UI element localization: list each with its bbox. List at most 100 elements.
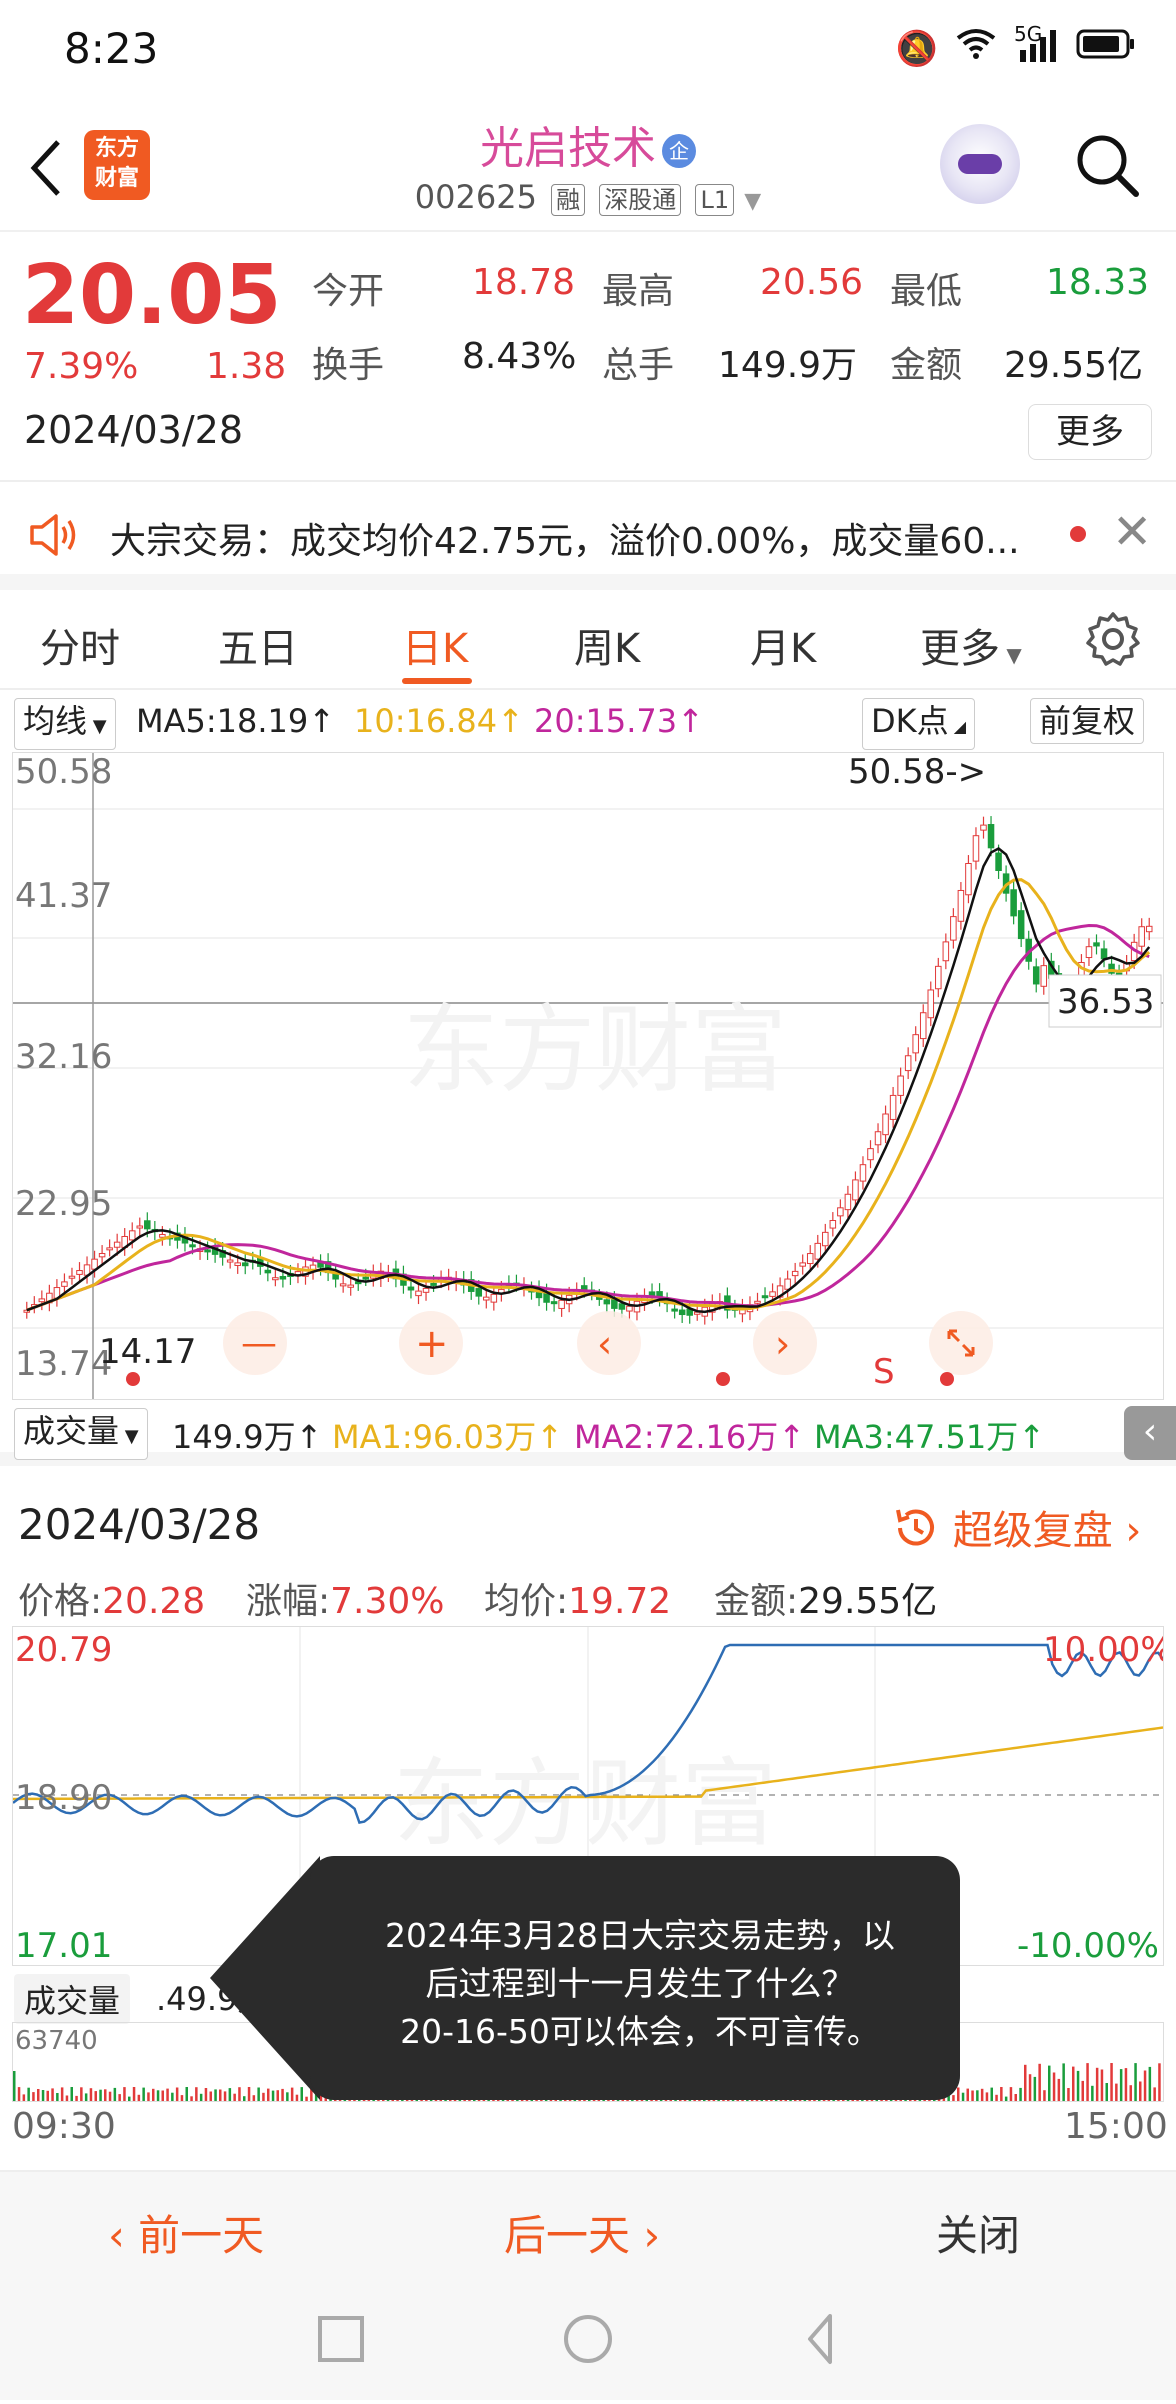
candle bbox=[829, 1220, 837, 1229]
indicator-selector[interactable]: 成交量 ▼ bbox=[14, 1408, 148, 1460]
fullscreen-icon[interactable] bbox=[929, 1311, 993, 1375]
candle bbox=[1040, 965, 1048, 987]
volume-now: 149.9万↑ bbox=[172, 1418, 323, 1456]
intraday-pct-bottom: -10.00% bbox=[1017, 1926, 1159, 1965]
prev-day-button[interactable]: ‹ 前一天 bbox=[108, 2202, 264, 2263]
super-replay-link[interactable]: 超级复盘 › bbox=[892, 1498, 1141, 1556]
intraday-y-bottom: 17.01 bbox=[15, 1926, 112, 1965]
more-button[interactable]: 更多 bbox=[1028, 404, 1152, 460]
candle bbox=[347, 1284, 354, 1288]
next-day-label: 后一天 bbox=[504, 2211, 631, 2260]
collapse-arrow-icon[interactable]: ‹ bbox=[1124, 1406, 1176, 1460]
replay-pct: 涨幅:7.30% bbox=[246, 1572, 445, 1624]
back-icon[interactable] bbox=[808, 2314, 832, 2364]
volume-bar bbox=[1129, 2085, 1132, 2101]
prev-day-label: 前一天 bbox=[138, 2211, 265, 2260]
vol-ma1: MA1:96.03万↑ bbox=[332, 1418, 564, 1456]
corner-arrow-icon: ◢ bbox=[948, 717, 967, 736]
candle bbox=[904, 1055, 912, 1072]
volume-bar bbox=[1033, 2076, 1037, 2101]
candle bbox=[1145, 925, 1153, 933]
history-icon bbox=[896, 1509, 934, 1546]
candle bbox=[189, 1244, 196, 1248]
assistant-robot-icon[interactable] bbox=[940, 124, 1020, 204]
y-label-2: 41.37 bbox=[15, 876, 112, 916]
current-price: 20.05 bbox=[22, 248, 282, 343]
volume-bar bbox=[175, 2087, 179, 2101]
indicator-label: 成交量 bbox=[23, 1412, 120, 1450]
tab-daily-k[interactable]: 日K bbox=[402, 616, 468, 674]
candle bbox=[128, 1230, 136, 1241]
event-dot[interactable] bbox=[940, 1372, 954, 1386]
y-label-3: 32.16 bbox=[15, 1037, 112, 1077]
sell-marker: S bbox=[873, 1352, 895, 1392]
tab-five-day[interactable]: 五日 bbox=[218, 616, 298, 674]
volume-bar bbox=[1143, 2070, 1147, 2101]
vol-ma2: MA2:72.16万↑ bbox=[574, 1418, 806, 1456]
event-dot[interactable] bbox=[126, 1372, 140, 1386]
volume-bar bbox=[971, 2090, 974, 2101]
watermark: 东方财富 bbox=[393, 1748, 777, 1860]
volume-bar bbox=[1139, 2081, 1142, 2101]
volume-max-label: 63740 bbox=[15, 2026, 98, 2056]
low-label: 最低 bbox=[890, 271, 963, 312]
ma5-value: MA5:18.19↑ bbox=[136, 702, 336, 740]
gear-icon[interactable] bbox=[1084, 610, 1142, 668]
volume-bar bbox=[1024, 2064, 1027, 2101]
candle bbox=[754, 1300, 761, 1304]
low-marker: 14.17 bbox=[99, 1332, 196, 1372]
y-label-top: 50.58 bbox=[15, 753, 112, 792]
adjust-button[interactable]: 前复权 bbox=[1030, 698, 1145, 744]
tab-weekly-k[interactable]: 周K bbox=[574, 616, 640, 674]
volume-bar bbox=[80, 2087, 83, 2101]
block-trade-notice[interactable]: 大宗交易：成交均价42.75元，溢价0.00%，成交量60... ✕ bbox=[0, 482, 1176, 590]
candle bbox=[68, 1275, 76, 1279]
candle bbox=[648, 1291, 656, 1296]
close-button[interactable]: 关闭 bbox=[936, 2202, 1020, 2263]
replay-price-label: 价格: bbox=[18, 1581, 103, 1622]
candle bbox=[279, 1275, 287, 1280]
intraday-y-top: 20.79 bbox=[15, 1630, 112, 1670]
volume-bar bbox=[70, 2087, 73, 2101]
candle bbox=[761, 1295, 769, 1299]
tab-monthly-k[interactable]: 月K bbox=[750, 616, 816, 674]
candle bbox=[550, 1301, 558, 1305]
candle bbox=[935, 965, 942, 990]
volume-bar bbox=[1134, 2063, 1137, 2101]
candle bbox=[1138, 926, 1145, 947]
volume-bar bbox=[156, 2090, 160, 2101]
ma-selector-label: 均线 bbox=[23, 702, 88, 740]
recent-apps-icon[interactable] bbox=[318, 2316, 364, 2362]
tab-intraday[interactable]: 分时 bbox=[40, 616, 120, 674]
candle bbox=[226, 1259, 234, 1263]
volume-bar bbox=[976, 2090, 979, 2101]
active-tab-indicator bbox=[402, 678, 472, 684]
event-dot[interactable] bbox=[716, 1372, 730, 1386]
amount-value: 29.55亿 bbox=[1004, 345, 1144, 386]
chart-controls: — + ‹ › S bbox=[126, 1311, 993, 1392]
next-day-button[interactable]: 后一天 › bbox=[504, 2202, 660, 2263]
candle bbox=[407, 1286, 415, 1291]
kline-chart[interactable]: 东方财富 50.58 41.37 32.16 22.95 13.74 50.58… bbox=[12, 752, 1164, 1400]
period-tabs: 分时 五日 日K 周K 月K 更多 ▼ bbox=[0, 590, 1176, 690]
volume-bar bbox=[1043, 2090, 1046, 2101]
search-icon[interactable] bbox=[1072, 130, 1142, 200]
candle bbox=[61, 1281, 68, 1287]
mute-icon: 🔕 bbox=[895, 28, 938, 69]
volume-bar bbox=[1086, 2063, 1089, 2101]
candle bbox=[671, 1308, 678, 1312]
candle bbox=[769, 1291, 776, 1297]
ma-selector[interactable]: 均线 ▼ bbox=[14, 698, 116, 750]
low-value: 18.33 bbox=[1046, 262, 1150, 303]
volume-bar bbox=[27, 2087, 30, 2101]
system-navigation bbox=[0, 2280, 1176, 2400]
ma-legend-bar: 均线 ▼ MA5:18.19↑ 10:16.84↑ 20:15.73↑ DK点 … bbox=[0, 692, 1176, 752]
home-icon[interactable] bbox=[564, 2315, 612, 2363]
volume-bar bbox=[1000, 2087, 1003, 2101]
volume-tab[interactable]: 成交量 bbox=[14, 1974, 131, 2024]
close-icon[interactable]: ✕ bbox=[1112, 504, 1152, 560]
candle bbox=[475, 1288, 483, 1297]
tab-more[interactable]: 更多 ▼ bbox=[920, 616, 1022, 674]
day-navigation: ‹ 前一天 后一天 › 关闭 bbox=[0, 2170, 1176, 2280]
dk-point-button[interactable]: DK点 ◢ bbox=[862, 698, 976, 750]
